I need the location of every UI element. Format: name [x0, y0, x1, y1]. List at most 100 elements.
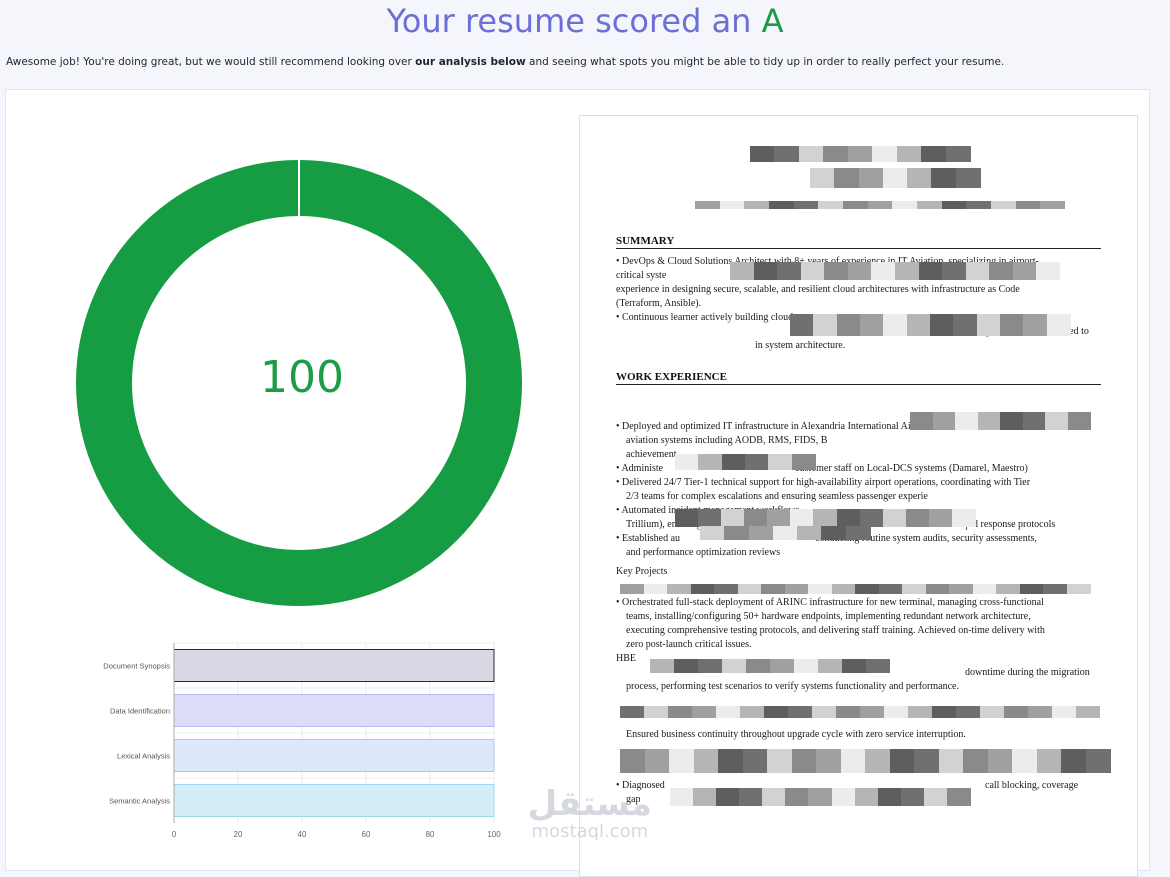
redaction-pixel: [883, 314, 908, 336]
title-prefix: Your resume scored an: [386, 2, 762, 40]
redaction-pixel: [777, 262, 802, 280]
redaction-pixel: [700, 526, 725, 540]
redaction-pixel: [698, 659, 722, 673]
redaction-pixel: [925, 584, 950, 594]
redaction-pixel: [790, 314, 814, 336]
redaction-pixel: [667, 584, 691, 594]
redaction-pixel: [902, 584, 926, 594]
intro-before: Awesome job! You're doing great, but we …: [6, 56, 416, 68]
redaction-pixel: [877, 788, 902, 806]
redaction-pixel: [882, 168, 908, 188]
x-tick-label: 100: [487, 830, 501, 839]
redaction-pixel: [714, 584, 738, 594]
redaction-pixel: [1052, 706, 1076, 718]
watermark-logo: مستقل mostaql.com: [528, 786, 652, 842]
redaction-pixel: [791, 454, 816, 470]
analysis-bar-chart: 0 20 40 60 80 100 Document Synopsis Data Identi…: [103, 642, 501, 839]
redaction-pixel: [753, 262, 778, 280]
resume-section-rule: [616, 248, 1101, 249]
resume-text-line: downtime during the migration: [965, 667, 1090, 678]
redaction-pixel: [872, 146, 898, 162]
redaction-pixel: [1076, 706, 1100, 718]
resume-text-line: • Orchestrated full-stack deployment of …: [616, 597, 1044, 608]
redaction-pixel: [1046, 314, 1071, 336]
resume-text-line: 2/3 teams for complex escalations and en…: [626, 491, 928, 502]
redaction-pixel: [719, 201, 745, 209]
redaction-pixel: [951, 509, 976, 527]
redaction-pixel: [722, 659, 746, 673]
redaction-pixel: [966, 201, 992, 209]
redaction-pixel: [1023, 314, 1048, 336]
redaction-pixel: [769, 201, 794, 209]
redaction-pixel: [860, 314, 884, 336]
resume-text-line: customer staff on Local-DCS systems (Dam…: [795, 463, 1028, 474]
redaction-pixel: [956, 706, 980, 718]
redaction-pixel: [836, 314, 861, 336]
x-tick-label: 80: [426, 830, 435, 839]
redaction-pixel: [813, 509, 838, 527]
resume-text-line: experience in designing secure, scalable…: [616, 284, 1020, 295]
resume-section-heading: WORK EXPERIENCE: [616, 371, 727, 383]
redaction-pixel: [1036, 262, 1061, 280]
redaction-pixel: [823, 146, 849, 162]
redaction-pixel: [739, 788, 764, 806]
resume-preview: SUMMARY• DevOps & Cloud Solutions Archit…: [579, 115, 1138, 877]
resume-text-line: process, performing test scenarios to ve…: [626, 681, 959, 692]
resume-text-line: Ensured business continuity throughout u…: [626, 729, 966, 740]
redaction-pixel: [977, 412, 1001, 430]
redaction-pixel: [808, 584, 832, 594]
analysis-card: 100 0 20 40 60 80 100 Document Synopsis Data Id…: [5, 89, 1150, 877]
redaction-pixel: [945, 146, 971, 162]
redaction-pixel: [692, 706, 716, 718]
redaction-pixel: [724, 526, 750, 540]
redaction-pixel: [892, 201, 918, 209]
redaction-pixel: [1019, 584, 1044, 594]
redaction-pixel: [1036, 749, 1062, 773]
redaction-pixel: [930, 314, 954, 336]
redaction-pixel: [842, 659, 866, 673]
redaction-pixel: [889, 749, 915, 773]
redaction-pixel: [745, 454, 769, 470]
redaction-pixel: [750, 146, 775, 162]
redaction-pixel: [941, 201, 967, 209]
analysis-link[interactable]: our analysis below: [415, 56, 526, 68]
redaction-pixel: [953, 314, 978, 336]
redaction-pixel: [1045, 412, 1068, 430]
watermark-arabic: مستقل: [527, 784, 652, 824]
redaction-pixel: [918, 262, 943, 280]
redaction-pixel: [1040, 201, 1066, 209]
redaction-pixel: [831, 788, 856, 806]
redaction-pixel: [767, 509, 792, 527]
redaction-pixel: [730, 262, 754, 280]
intro-text: Awesome job! You're doing great, but we …: [6, 56, 1004, 68]
resume-section-heading: SUMMARY: [616, 235, 675, 247]
redaction-pixel: [816, 749, 841, 773]
redaction-pixel: [774, 146, 800, 162]
redaction-pixel: [917, 201, 942, 209]
redaction-pixel: [867, 201, 893, 209]
resume-text-line: HBE: [616, 653, 636, 664]
redaction-pixel: [821, 526, 847, 540]
redaction-pixel: [991, 201, 1016, 209]
redaction-pixel: [989, 262, 1014, 280]
redaction-pixel: [698, 454, 723, 470]
redaction-pixel: [946, 788, 971, 806]
redaction-pixel: [1028, 706, 1052, 718]
intro-after: and seeing what spots you might be able …: [525, 56, 1005, 68]
redaction-pixel: [1022, 412, 1046, 430]
y-category-label: Lexical Analysis: [117, 752, 170, 761]
redaction-pixel: [693, 788, 718, 806]
x-tick-label: 20: [234, 830, 243, 839]
redaction-pixel: [1004, 706, 1028, 718]
redaction-pixel: [788, 706, 812, 718]
redaction-pixel: [813, 314, 838, 336]
redaction-pixel: [762, 788, 787, 806]
redaction-pixel: [896, 146, 922, 162]
bar-data-identification: [173, 694, 495, 727]
redaction-pixel: [847, 146, 873, 162]
redaction-pixel: [797, 526, 823, 540]
redaction-pixel: [949, 584, 973, 594]
redaction-pixel: [840, 749, 866, 773]
redaction-pixel: [695, 201, 720, 209]
bar-semantic-analysis: [173, 784, 495, 817]
